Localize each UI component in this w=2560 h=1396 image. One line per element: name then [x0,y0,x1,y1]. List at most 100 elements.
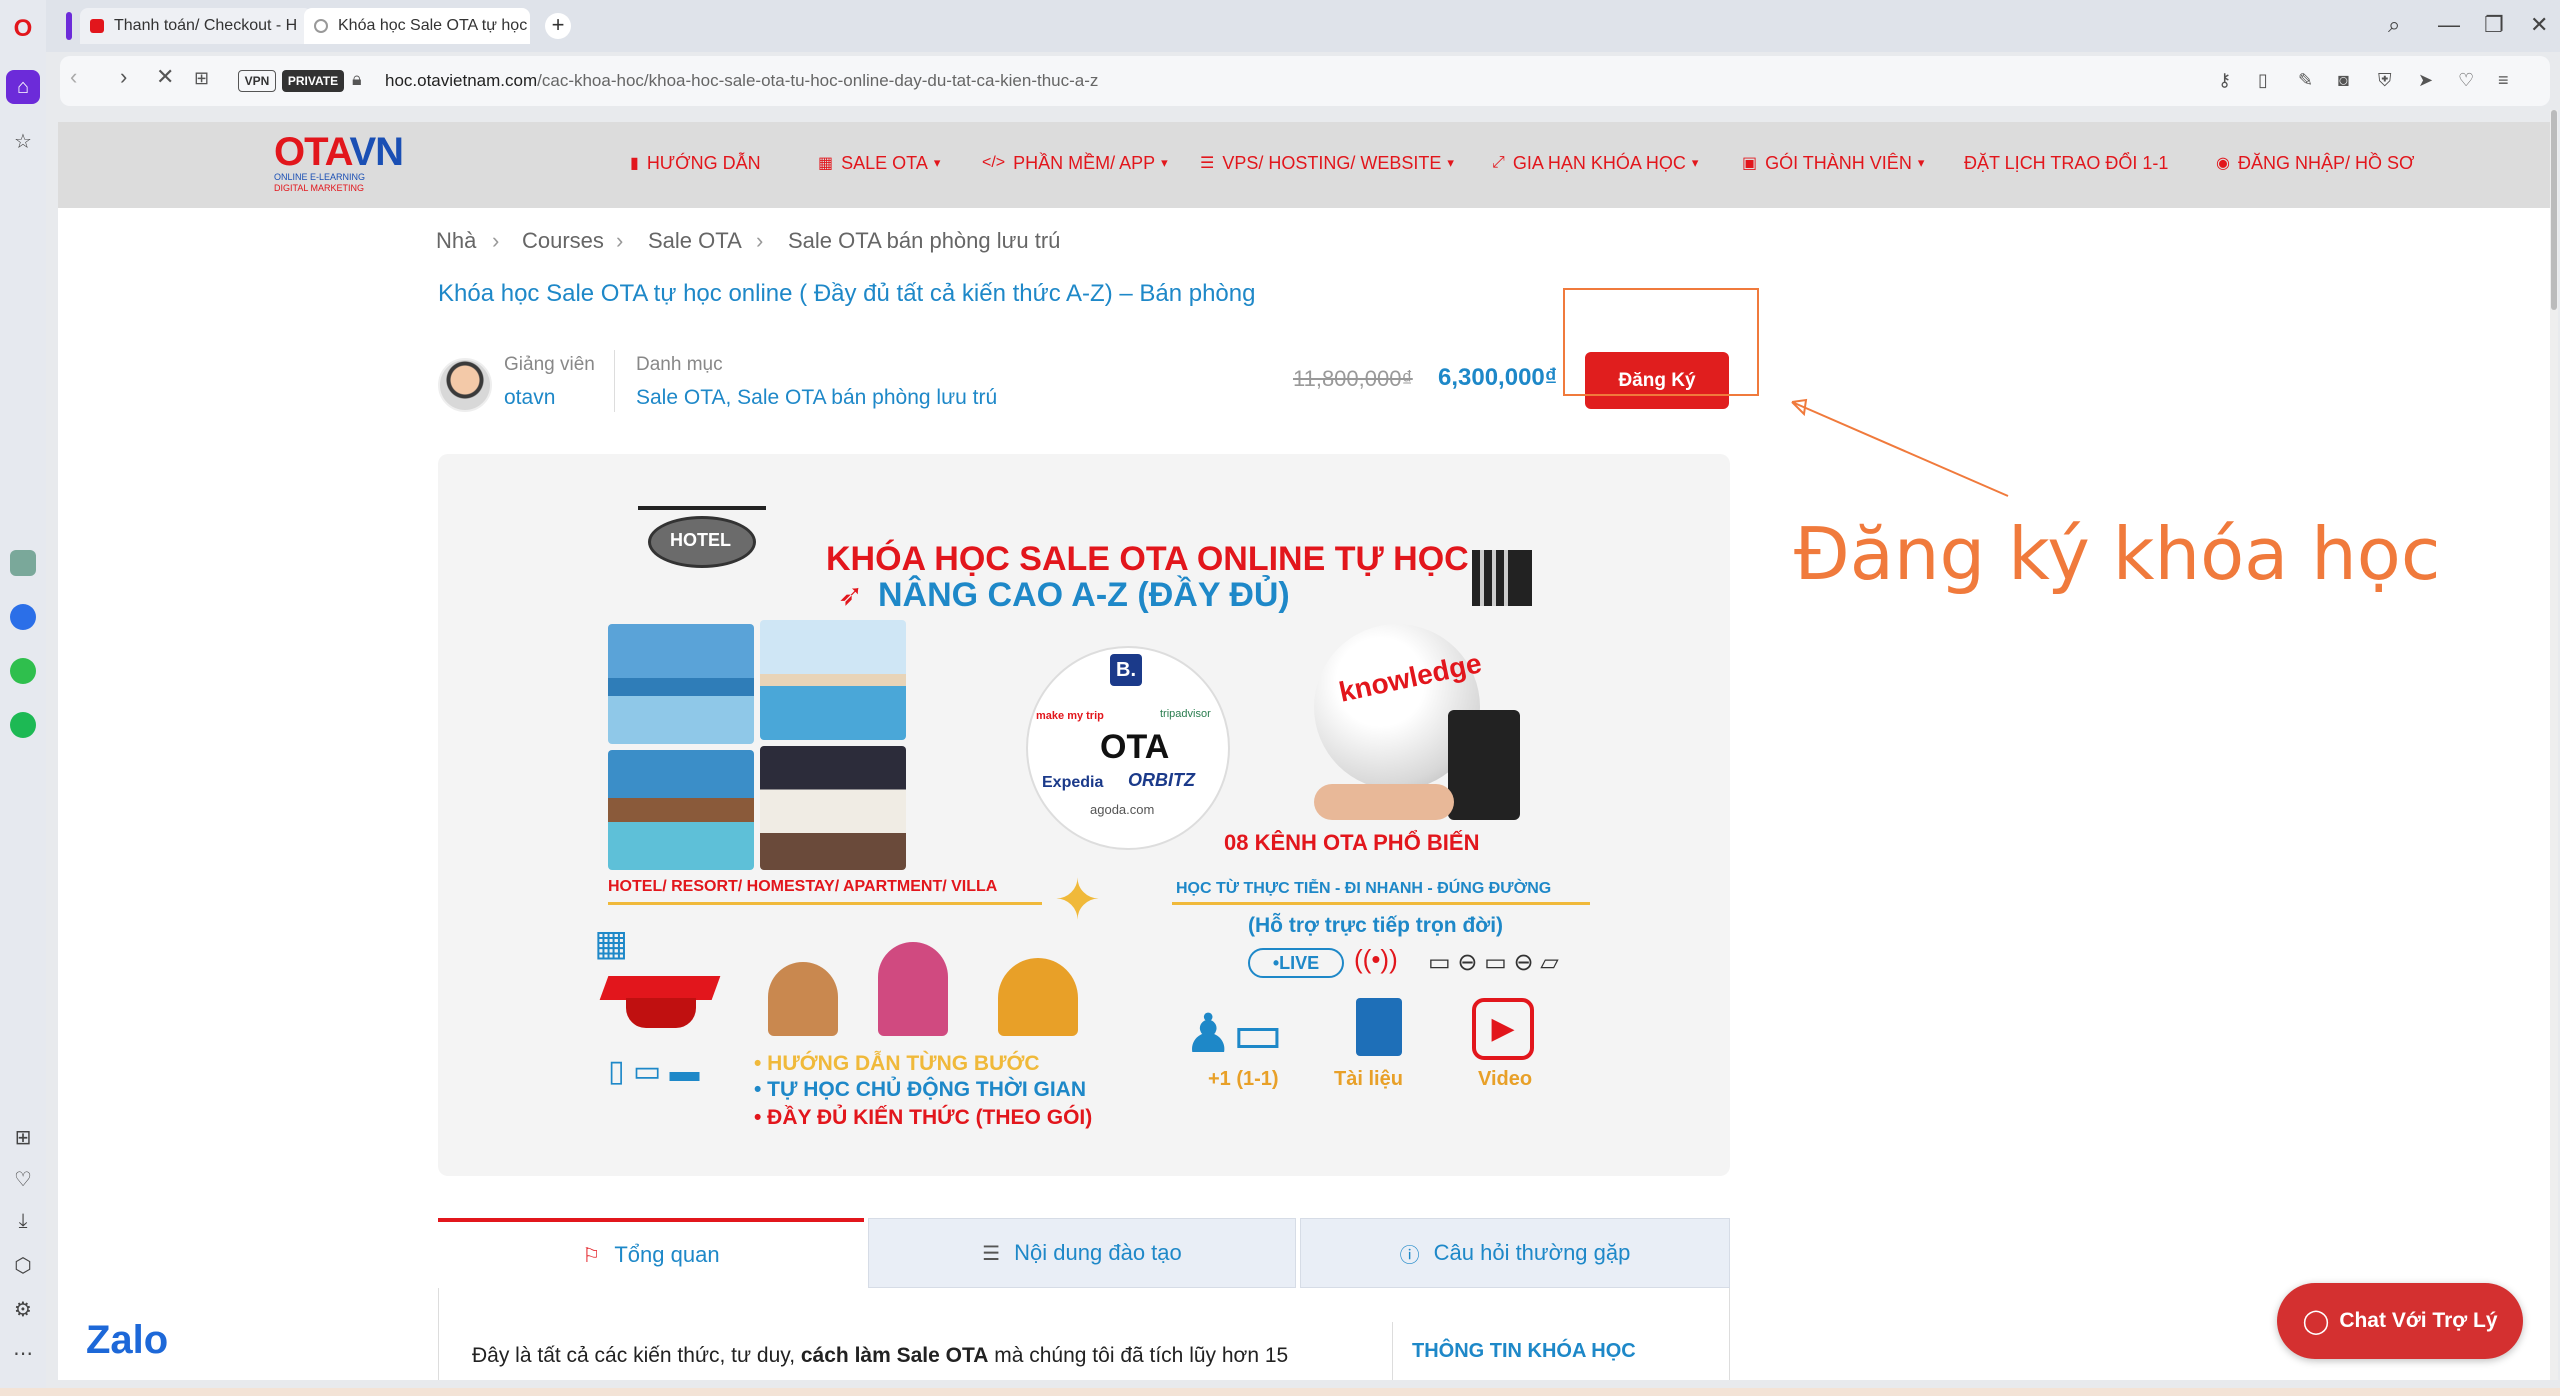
shield-icon[interactable]: ⛨ [2378,70,2392,91]
resort-photo-3 [608,750,754,870]
apps-grid-icon[interactable]: ⊞ [6,1120,40,1154]
code-icon: </> [982,154,1006,171]
hand-sleeve [1448,710,1520,820]
intro-text: Đây là tất cả các kiến thức, tư duy, các… [472,1344,1289,1367]
bottom-strip [0,1388,2560,1396]
learn-motto-text: HỌC TỪ THỰC TIỄN - ĐI NHANH - ĐÚNG ĐƯỜNG [1176,880,1552,897]
annotation-arrow [1791,398,2009,497]
opera-logo-icon[interactable]: O [6,12,40,46]
broadcast-icon: ((•)) [1354,944,1398,974]
back-icon[interactable]: ‹ [70,64,77,90]
search-tabs-icon[interactable]: ⌕ [2388,12,2400,38]
spotify-icon[interactable] [6,708,40,742]
chevron-down-icon: ▾ [1161,155,1168,170]
vpn-badge[interactable]: VPN [238,70,276,92]
banner-headline-2: NÂNG CAO A-Z (ĐẦY ĐỦ) [878,576,1290,614]
tab-cau-hoi[interactable]: ⓘ Câu hỏi thường gặp [1300,1218,1730,1288]
minimize-icon[interactable]: — [2438,12,2460,38]
new-price: 6,300,000₫ [1438,364,1558,391]
tabs-grid-icon[interactable]: ⊞ [194,68,209,89]
book-icon: ▮ [630,155,639,172]
tab-tong-quan[interactable]: ⚐ Tổng quan [438,1218,864,1288]
settings-icon[interactable]: ⚙ [6,1292,40,1326]
site-logo[interactable]: OTAVN ONLINE E-LEARNING DIGITAL MARKETIN… [274,132,434,198]
star-icon[interactable]: ☆ [6,124,40,158]
course-info-heading: THÔNG TIN KHÓA HỌC [1412,1340,1636,1362]
chatgpt-icon[interactable] [6,546,40,580]
list-icon: ☰ [982,1242,1001,1265]
chevron-down-icon: ▾ [1917,155,1925,170]
heart-icon[interactable]: ♡ [6,1162,40,1196]
menu-vps-hosting[interactable]: ☰ VPS/ HOSTING/ WEBSITE ▾ [1200,150,1454,176]
restore-icon[interactable]: ❐ [2484,12,2504,38]
gold-line-left [608,902,1042,905]
tab-label: Khóa học Sale OTA tự học [338,17,528,34]
camera-icon[interactable]: ◙ [2338,70,2349,91]
expand-icon: ⤢ [1492,154,1505,171]
expedia-logo: Expedia [1042,774,1104,791]
tab-course[interactable]: Khóa học Sale OTA tự học [304,8,530,44]
breadcrumb-home[interactable]: Nhà [436,228,476,254]
home-icon[interactable]: ⌂ [6,70,40,104]
messenger-icon[interactable] [6,600,40,634]
heart-bookmark-icon[interactable]: ♡ [2458,70,2474,91]
menu-gia-han[interactable]: ⤢ GIA HẠN KHÓA HỌC ▾ [1492,150,1698,176]
breadcrumb-sale-ota[interactable]: Sale OTA [648,228,742,254]
forward-icon[interactable]: › [120,64,127,90]
menu-dang-nhap[interactable]: ◉ ĐĂNG NHẬP/ HỒ SƠ [2216,150,2414,176]
scrollbar-thumb[interactable] [2551,110,2557,310]
page-scrollbar[interactable] [2550,110,2558,1380]
ota-center-text: OTA [1100,728,1170,766]
booking-logo: B. [1110,654,1142,686]
hotel-sign-text: HOTEL [670,530,731,550]
site-header: OTAVN ONLINE E-LEARNING DIGITAL MARKETIN… [58,122,2550,208]
user-icon: ◉ [2216,155,2230,172]
channels-text: 08 KÊNH OTA PHỔ BIẾN [1224,830,1480,855]
menu-huong-dan[interactable]: ▮ HƯỚNG DẪN [630,150,761,176]
bullet-2: • TỰ HỌC CHỦ ĐỘNG THỜI GIAN [754,1078,1087,1101]
tripadvisor-logo: tripadvisor [1160,708,1211,720]
graduation-cap-icon [599,964,721,1030]
menu-sale-ota[interactable]: ▦ SALE OTA ▾ [818,150,940,176]
avatar[interactable] [438,358,492,412]
url-field[interactable]: hoc.otavietnam.com/cac-khoa-hoc/khoa-hoc… [385,71,1098,91]
annotation-text: Đăng ký khóa học [1794,512,2441,596]
menu-goi-thanh-vien[interactable]: ▣ GÓI THÀNH VIÊN ▾ [1742,150,1924,176]
calendar-icon: ▣ [1742,155,1758,172]
close-window-icon[interactable]: ✕ [2530,12,2548,38]
edit-icon[interactable]: ✎ [2298,70,2313,91]
agoda-logo: agoda.com [1090,802,1155,817]
support-text: (Hỗ trợ trực tiếp trọn đời) [1248,914,1504,937]
menu-icon[interactable]: ≡ [2498,70,2509,91]
zalo-chat-link[interactable]: Zalo [86,1318,168,1363]
devices-learning-icon: ▯ ▭ ▬ [608,1055,700,1088]
cube-icon[interactable]: ⬡ [6,1248,40,1282]
more-icon[interactable]: ⋯ [6,1336,40,1370]
whatsapp-icon[interactable] [6,654,40,688]
feature-video: Video [1478,1068,1533,1090]
send-icon[interactable]: ➤ [2418,70,2433,91]
stop-icon[interactable]: ✕ [156,64,174,90]
key-icon[interactable]: ⚷ [2218,70,2231,91]
reader-icon[interactable]: ▯ [2258,70,2268,91]
document-icon [1356,998,1402,1056]
tab-checkout[interactable]: Thanh toán/ Checkout - H [80,8,312,44]
category-label: Danh mục [636,354,723,375]
breadcrumb-current: Sale OTA bán phòng lưu trú [788,228,1061,253]
lock-icon[interactable]: 🔒︎ [352,69,362,90]
chat-button-label: Chat Với Trợ Lý [2339,1309,2498,1332]
instructor-name[interactable]: otavn [504,386,555,410]
tab-noi-dung[interactable]: ☰ Nội dung đào tạo [868,1218,1296,1288]
question-icon: ⓘ [1399,1244,1420,1267]
menu-dat-lich[interactable]: ĐẶT LỊCH TRAO ĐỔI 1-1 [1964,150,2168,176]
tab-group-marker [66,12,72,40]
download-icon[interactable]: ⤓ [6,1204,40,1238]
new-tab-button[interactable]: + [545,13,571,39]
menu-phan-mem[interactable]: </> PHẦN MỀM/ APP ▾ [982,150,1168,176]
category-value[interactable]: Sale OTA, Sale OTA bán phòng lưu trú [636,386,997,410]
breadcrumb-separator-icon: › [492,228,500,253]
building-icon [1472,550,1532,606]
breadcrumb-courses[interactable]: Courses [522,228,604,254]
chat-assistant-button[interactable]: ◯ Chat Với Trợ Lý [2277,1283,2523,1359]
course-banner: HOTEL KHÓA HỌC SALE OTA ONLINE TỰ HỌC NÂ… [438,454,1730,1176]
